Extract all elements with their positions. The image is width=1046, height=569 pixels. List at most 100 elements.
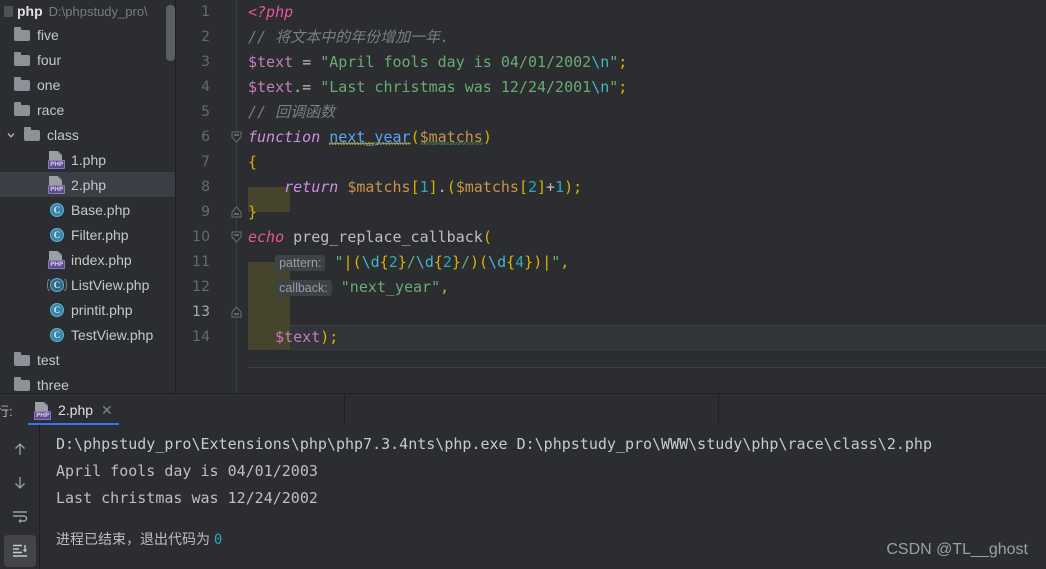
project-sidebar[interactable]: php D:\phpstudy_pro\ five four one race clas… xyxy=(0,0,176,393)
tree-item-label: one xyxy=(37,76,61,93)
project-path: D:\phpstudy_pro\ xyxy=(48,3,148,19)
exit-text: 进程已结束，退出代码为 xyxy=(56,531,210,547)
tree-item-label: four xyxy=(37,51,62,68)
code-line-3[interactable]: $text = "April fools day is 04/01/2002\n… xyxy=(248,50,627,75)
line-number-6: 6 xyxy=(201,129,210,145)
editor-gutter[interactable]: 1 2 3 4 5 6 7 8 9 10 11 12 13 14 xyxy=(176,0,248,393)
fold-guide-line xyxy=(236,0,237,393)
code-line-2[interactable]: // 将文本中的年份增加一年. xyxy=(248,25,449,50)
php-class-icon: C xyxy=(48,326,66,343)
project-tree[interactable]: five four one race class PHP 1.php PHP 2.php C Bas… xyxy=(0,22,176,393)
line-number-11: 11 xyxy=(192,254,210,270)
code-line-9[interactable]: } xyxy=(248,200,257,225)
tree-item-label: test xyxy=(37,351,60,368)
code-line-8[interactable]: return $matchs[1].($matchs[2]+1); xyxy=(248,175,582,200)
tree-item-label: race xyxy=(37,101,65,118)
tree-item-label: ListView.php xyxy=(71,276,150,293)
editor-bottom-rule xyxy=(248,367,1046,368)
code-line-7[interactable]: { xyxy=(248,150,257,175)
code-line-12[interactable]: callback: "next_year", xyxy=(248,275,449,300)
tree-item-race[interactable]: race xyxy=(0,97,176,122)
php-file-icon: PHP xyxy=(48,251,66,269)
tree-item-base-php[interactable]: C Base.php xyxy=(0,197,176,222)
code-line-11[interactable]: pattern: "|(\d{2}/\d{2}/)(\d{4})|", xyxy=(248,250,569,275)
project-header[interactable]: php D:\phpstudy_pro\ xyxy=(0,0,176,22)
tool-window-label: 行: xyxy=(0,404,13,419)
sidebar-scrollbar[interactable] xyxy=(166,5,175,61)
line-number-4: 4 xyxy=(201,79,210,95)
php-class-icon: C xyxy=(48,201,66,218)
tabbar-divider xyxy=(718,394,719,426)
tree-item-label: 2.php xyxy=(71,176,107,193)
fold-close-icon[interactable] xyxy=(231,200,242,225)
tree-item-class[interactable]: class xyxy=(0,122,176,147)
folder-icon xyxy=(24,126,41,142)
fold-close-icon[interactable] xyxy=(231,300,242,325)
line-number-13: 13 xyxy=(192,304,210,320)
php-class-icon: C xyxy=(48,226,66,243)
folder-icon xyxy=(14,51,31,67)
line-number-3: 3 xyxy=(201,54,210,70)
line-number-2: 2 xyxy=(201,29,210,45)
php-file-icon: PHP xyxy=(48,176,66,194)
tree-item-test[interactable]: test xyxy=(0,347,176,372)
code-line-4[interactable]: $text.= "Last christmas was 12/24/2001\n… xyxy=(248,75,627,100)
php-file-icon: PHP xyxy=(48,151,66,169)
tree-item-listview-php[interactable]: C ListView.php xyxy=(0,272,176,297)
console-line: D:\phpstudy_pro\Extensions\php\php7.3.4n… xyxy=(56,435,932,453)
tree-item-label: Base.php xyxy=(71,201,131,218)
chevron-down-icon[interactable] xyxy=(4,128,18,142)
tree-item-1-php[interactable]: PHP 1.php xyxy=(0,147,176,172)
run-tab-label: 2.php xyxy=(58,402,94,418)
code-line-6[interactable]: function next_year($matchs) xyxy=(248,125,492,150)
exit-code: 0 xyxy=(213,532,223,548)
code-content[interactable]: <?php // 将文本中的年份增加一年. $text = "April foo… xyxy=(248,0,1046,393)
ide-window: php D:\phpstudy_pro\ five four one race clas… xyxy=(0,0,1046,569)
tree-item-three[interactable]: three xyxy=(0,372,176,393)
code-line-10[interactable]: echo preg_replace_callback( xyxy=(248,225,492,250)
code-line-5[interactable]: // 回调函数 xyxy=(248,100,335,125)
run-console[interactable]: D:\phpstudy_pro\Extensions\php\php7.3.4n… xyxy=(0,425,1046,569)
line-number-5: 5 xyxy=(201,104,210,120)
console-toolbar[interactable] xyxy=(0,425,40,569)
tree-item-label: index.php xyxy=(71,251,132,268)
project-name: php xyxy=(17,3,43,19)
project-icon xyxy=(4,5,13,17)
tree-item-one[interactable]: one xyxy=(0,72,176,97)
line-number-7: 7 xyxy=(201,154,210,170)
console-line: Last christmas was 12/24/2002 xyxy=(56,489,318,507)
tree-item-index-php[interactable]: PHP index.php xyxy=(0,247,176,272)
fold-open-icon[interactable] xyxy=(231,225,242,250)
tree-item-label: TestView.php xyxy=(71,326,154,343)
tree-item-2-php[interactable]: PHP 2.php xyxy=(0,172,176,197)
line-number-9: 9 xyxy=(201,204,210,220)
line-number-14: 14 xyxy=(192,329,210,345)
console-line: April fools day is 04/01/2003 xyxy=(56,462,318,480)
php-class-icon: C xyxy=(48,301,66,318)
tree-item-printit-php[interactable]: Cprintit.php xyxy=(0,297,176,322)
line-number-1: 1 xyxy=(201,4,210,20)
tree-item-five[interactable]: five xyxy=(0,22,176,47)
watermark: CSDN @TL__ghost xyxy=(886,541,1028,558)
current-line-highlight xyxy=(248,325,1046,350)
code-line-13[interactable]: $text); xyxy=(248,325,338,350)
run-tool-window-tabbar[interactable]: 行: PHP 2.php ✕ xyxy=(0,393,1046,426)
tree-item-four[interactable]: four xyxy=(0,47,176,72)
up-arrow-icon[interactable] xyxy=(4,433,36,465)
run-tab-2php[interactable]: PHP 2.php ✕ xyxy=(28,394,119,426)
soft-wrap-icon[interactable] xyxy=(4,501,36,533)
tabbar-divider xyxy=(344,394,345,426)
line-number-10: 10 xyxy=(192,229,210,245)
tree-item-label: five xyxy=(37,26,59,43)
line-number-8: 8 xyxy=(201,179,210,195)
scroll-to-end-icon[interactable] xyxy=(3,535,36,567)
tree-item-filter-php[interactable]: C Filter.php xyxy=(0,222,176,247)
code-line-1[interactable]: <?php xyxy=(248,0,293,25)
code-editor[interactable]: 1 2 3 4 5 6 7 8 9 10 11 12 13 14 <?php // 将文本中的年份增加一年… xyxy=(176,0,1046,393)
tree-item-testview-php[interactable]: C TestView.php xyxy=(0,322,176,347)
close-icon[interactable]: ✕ xyxy=(101,402,113,419)
fold-open-icon[interactable] xyxy=(231,125,242,150)
param-hint-callback: callback: xyxy=(275,280,332,296)
down-arrow-icon[interactable] xyxy=(4,467,36,499)
tree-item-label: class xyxy=(47,126,79,143)
